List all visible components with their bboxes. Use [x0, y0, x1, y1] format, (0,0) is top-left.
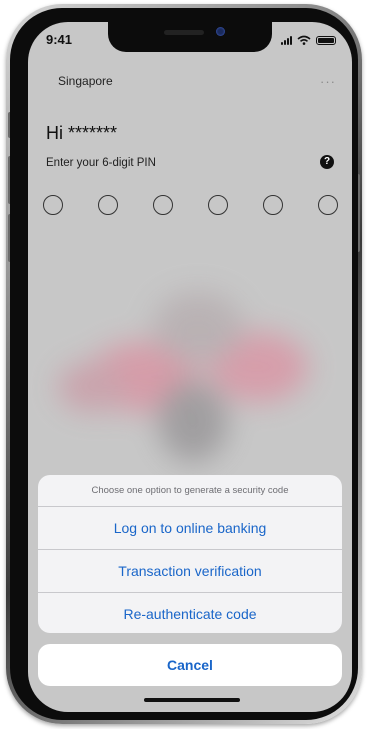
battery-icon	[316, 36, 336, 45]
option-re-authenticate-code[interactable]: Re-authenticate code	[38, 593, 342, 633]
option-log-on-online-banking[interactable]: Log on to online banking	[38, 507, 342, 550]
action-sheet-title: Choose one option to generate a security…	[38, 475, 342, 507]
greeting: Hi *******	[46, 123, 118, 143]
status-icons	[281, 33, 336, 45]
front-camera	[216, 27, 225, 36]
pin-digit-1	[43, 195, 63, 215]
home-indicator[interactable]	[144, 698, 240, 702]
pin-prompt: Enter your 6-digit PIN	[46, 157, 156, 169]
pin-digit-3	[153, 195, 173, 215]
phone-frame: 9:41 Singapore ··· Hi ******* Enter your…	[6, 4, 362, 724]
pin-digit-2	[98, 195, 118, 215]
notch	[108, 22, 272, 52]
region-selector[interactable]: Singapore	[58, 74, 113, 88]
background-flower-image	[58, 272, 328, 482]
pin-digit-6	[318, 195, 338, 215]
status-time: 9:41	[46, 32, 73, 47]
screen: 9:41 Singapore ··· Hi ******* Enter your…	[28, 22, 352, 712]
cancel-button[interactable]: Cancel	[38, 644, 342, 686]
wifi-icon	[297, 35, 311, 45]
option-transaction-verification[interactable]: Transaction verification	[38, 550, 342, 593]
app-header: Singapore ···	[46, 74, 336, 92]
pin-digit-5	[263, 195, 283, 215]
speaker-grille	[164, 30, 204, 35]
signal-icon	[281, 35, 292, 45]
action-sheet: Choose one option to generate a security…	[38, 475, 342, 633]
pin-entry[interactable]	[43, 195, 338, 215]
more-options-icon[interactable]: ···	[320, 74, 336, 89]
help-icon[interactable]: ?	[320, 155, 334, 169]
pin-digit-4	[208, 195, 228, 215]
